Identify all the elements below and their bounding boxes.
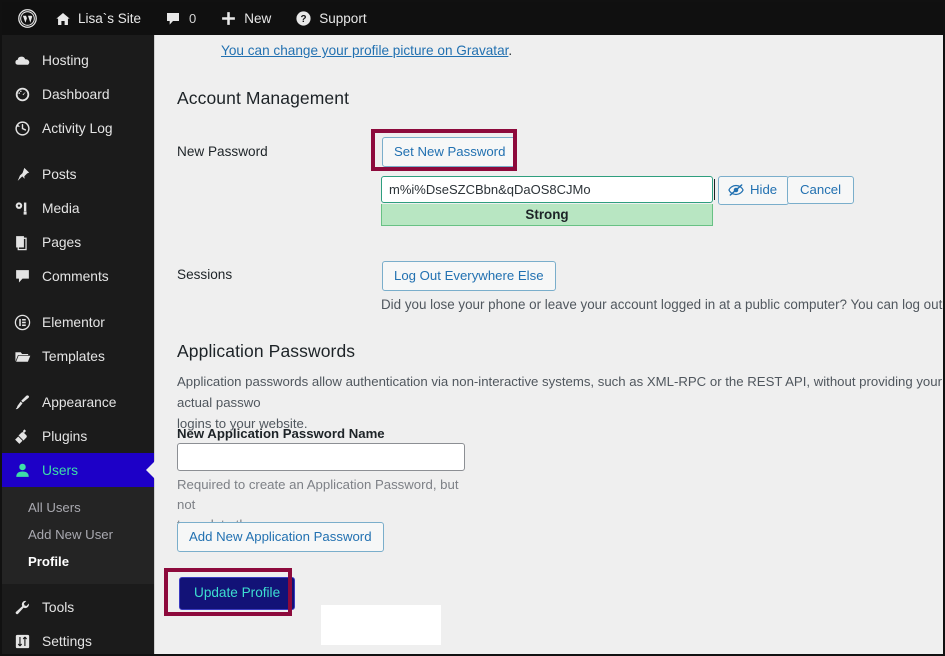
sidebar-item-label: Plugins [42, 428, 88, 444]
new-password-input[interactable] [381, 176, 713, 203]
update-profile-button[interactable]: Update Profile [179, 577, 296, 610]
sidebar-item-settings[interactable]: Settings [2, 624, 154, 654]
application-passwords-description: Application passwords allow authenticati… [177, 371, 943, 434]
wp-logo-menu[interactable] [9, 2, 46, 35]
text-cursor [714, 179, 715, 200]
pages-icon [14, 234, 36, 251]
comment-bubble-icon [165, 11, 181, 27]
set-new-password-button[interactable]: Set New Password [382, 137, 518, 168]
sidebar-item-label: Posts [42, 166, 77, 182]
account-management-heading: Account Management [177, 88, 350, 108]
plus-icon [220, 10, 237, 27]
cancel-password-button[interactable]: Cancel [787, 176, 855, 205]
plug-icon [14, 428, 36, 445]
wordpress-admin-screen: Lisa`s Site 0 New ? Support Hosting Dash… [0, 0, 945, 656]
elementor-icon [14, 314, 36, 331]
sidebar-item-label: Dashboard [42, 86, 110, 102]
sidebar-item-users[interactable]: Users [2, 453, 155, 487]
admin-bar: Lisa`s Site 0 New ? Support [2, 2, 943, 35]
current-menu-arrow-icon [146, 461, 155, 479]
comments-count: 0 [189, 11, 197, 26]
support-label: Support [319, 11, 367, 26]
application-passwords-heading: Application Passwords [177, 341, 356, 361]
gravatar-link[interactable]: You can change your profile picture on G… [221, 43, 508, 58]
sidebar-item-activity-log[interactable]: Activity Log [2, 111, 154, 145]
sidebar-item-comments[interactable]: Comments [2, 259, 154, 293]
log-out-everywhere-else-button[interactable]: Log Out Everywhere Else [382, 261, 556, 292]
sidebar-item-templates[interactable]: Templates [2, 339, 154, 373]
sidebar-item-label: Tools [42, 599, 75, 615]
gravatar-notice: You can change your profile picture on G… [221, 43, 512, 58]
gravatar-period: . [508, 43, 513, 58]
clock-history-icon [14, 120, 36, 137]
user-icon [14, 462, 36, 479]
sidebar-item-label: Media [42, 200, 80, 216]
sidebar-item-pages[interactable]: Pages [2, 225, 154, 259]
new-application-password-name-label: New Application Password Name [177, 426, 385, 441]
password-strength-indicator: Strong [381, 204, 713, 226]
new-application-password-name-input[interactable] [177, 443, 465, 471]
media-note-icon [14, 200, 36, 217]
eye-slash-icon [728, 183, 744, 197]
sidebar-item-label: Templates [42, 348, 105, 364]
sidebar-item-label: Hosting [42, 52, 89, 68]
home-icon [55, 11, 71, 27]
sessions-label: Sessions [177, 267, 233, 282]
sidebar-item-plugins[interactable]: Plugins [2, 419, 154, 453]
sidebar-item-dashboard[interactable]: Dashboard [2, 77, 154, 111]
site-name-label: Lisa`s Site [78, 11, 142, 26]
sidebar-item-label: Comments [42, 268, 109, 284]
sidebar-item-tools[interactable]: Tools [2, 590, 154, 624]
pushpin-icon [14, 166, 36, 183]
sidebar-item-label: Elementor [42, 314, 105, 330]
sidebar-item-label: Activity Log [42, 120, 113, 136]
new-label: New [244, 11, 272, 26]
comments-menu[interactable]: 0 [156, 2, 205, 35]
sidebar-item-label: Appearance [42, 394, 117, 410]
sidebar-item-media[interactable]: Media [2, 191, 154, 225]
sidebar-item-hosting[interactable]: Hosting [2, 43, 154, 77]
svg-text:?: ? [301, 14, 307, 25]
comment-bubble-icon [14, 268, 36, 285]
sidebar-subitem-all-users[interactable]: All Users [2, 494, 154, 521]
question-mark-icon: ? [295, 10, 312, 27]
admin-sidebar: Hosting Dashboard Activity Log Posts Med… [2, 35, 155, 654]
sidebar-item-label: Users [42, 462, 79, 478]
support-menu[interactable]: ? Support [286, 2, 375, 35]
wordpress-logo-icon [18, 9, 37, 28]
sidebar-subitem-profile[interactable]: Profile [2, 548, 154, 575]
sidebar-item-appearance[interactable]: Appearance [2, 385, 154, 419]
sidebar-subitem-add-new-user[interactable]: Add New User [2, 521, 154, 548]
folder-open-icon [14, 348, 36, 365]
annotation-backdrop [321, 605, 441, 645]
new-password-label: New Password [177, 144, 268, 159]
users-submenu: All Users Add New User Profile [2, 487, 154, 584]
wrench-icon [14, 599, 36, 616]
sidebar-item-elementor[interactable]: Elementor [2, 305, 154, 339]
gauge-icon [14, 86, 36, 103]
app-pw-help-line1: Required to create an Application Passwo… [177, 477, 459, 512]
hide-button-label: Hide [750, 182, 778, 198]
paintbrush-icon [14, 394, 36, 411]
sliders-icon [14, 633, 36, 650]
profile-content-area: You can change your profile picture on G… [154, 35, 943, 654]
site-name-menu[interactable]: Lisa`s Site [46, 2, 150, 35]
sessions-description: Did you lose your phone or leave your ac… [381, 297, 943, 312]
app-pw-desc-line1: Application passwords allow authenticati… [177, 374, 942, 410]
hide-password-button[interactable]: Hide [718, 176, 790, 205]
sidebar-item-label: Pages [42, 234, 82, 250]
new-content-menu[interactable]: New [211, 2, 280, 35]
sidebar-item-posts[interactable]: Posts [2, 157, 154, 191]
cloud-icon [14, 52, 36, 69]
sidebar-item-label: Settings [42, 633, 92, 649]
add-new-application-password-button[interactable]: Add New Application Password [177, 522, 384, 553]
